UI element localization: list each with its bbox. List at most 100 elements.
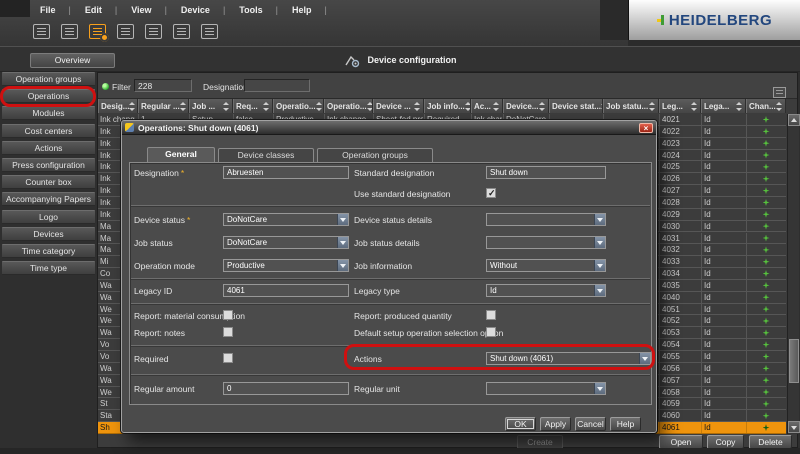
report-notes-checkbox[interactable] (223, 327, 233, 337)
column-header-req[interactable]: Req... (233, 99, 273, 113)
statistics-icon[interactable] (61, 24, 78, 39)
cell: Id (701, 363, 745, 374)
legacy-id-input[interactable] (223, 284, 349, 297)
device-status-details-select[interactable] (486, 213, 606, 226)
star-icon (763, 282, 770, 289)
regular-amount-input[interactable] (223, 382, 349, 395)
sidebar-item-time-type[interactable]: Time type (2, 261, 95, 275)
legacy-type-select[interactable]: Id (486, 284, 606, 297)
filter-input[interactable] (134, 79, 192, 92)
import-icon[interactable] (145, 24, 162, 39)
sidebar-item-counter-box[interactable]: Counter box (2, 175, 95, 189)
sidebar-item-time-category[interactable]: Time category (2, 244, 95, 258)
column-header-operatio[interactable]: Operatio... (273, 99, 324, 113)
column-header-ac[interactable]: Ac... (471, 99, 503, 113)
cell: Id (701, 422, 745, 433)
star-icon (763, 377, 770, 384)
column-header-regular[interactable]: Regular ... (138, 99, 189, 113)
cell (746, 150, 785, 161)
tab-general[interactable]: General (147, 147, 215, 162)
sidebar-item-logo[interactable]: Logo (2, 210, 95, 224)
designation-input[interactable] (223, 166, 349, 179)
help-button[interactable]: Help (610, 417, 641, 431)
protocol-icon[interactable] (173, 24, 190, 39)
application-window: FileEditViewDeviceToolsHelp HEIDELBERG D… (0, 0, 800, 454)
cell (746, 173, 785, 184)
scroll-down-icon[interactable] (788, 421, 800, 433)
job-status-select[interactable]: DoNotCare (223, 236, 349, 249)
actions-select[interactable]: Shut down (4061) (486, 352, 651, 365)
cell: 4052 (659, 315, 700, 326)
tab-device-classes[interactable]: Device classes (218, 148, 314, 162)
report-quantity-checkbox[interactable] (486, 310, 496, 320)
star-icon (763, 294, 770, 301)
ok-button[interactable]: OK (505, 417, 536, 431)
column-header-lega[interactable]: Lega... (701, 99, 746, 113)
regular-unit-select[interactable] (486, 382, 606, 395)
copy-button[interactable]: Copy (707, 435, 744, 449)
column-header-job[interactable]: Job ... (189, 99, 233, 113)
chevron-down-icon (594, 260, 605, 271)
column-header-job-info[interactable]: Job info... (424, 99, 471, 113)
menu-file[interactable]: File (33, 5, 78, 15)
operation-mode-select[interactable]: Productive (223, 259, 349, 272)
default-setup-checkbox[interactable] (486, 327, 496, 337)
sidebar-item-press-configuration[interactable]: Press configuration (2, 158, 95, 172)
column-header-device-stat[interactable]: Device stat... (549, 99, 603, 113)
star-icon (763, 258, 770, 265)
sidebar-item-cost-centers[interactable]: Cost centers (2, 124, 95, 138)
job-information-label: Job information (354, 261, 412, 271)
use-standard-designation-checkbox[interactable] (486, 188, 496, 198)
cell: 4061 (659, 422, 700, 433)
open-button[interactable]: Open (659, 435, 703, 449)
cell: Id (701, 351, 745, 362)
apply-button[interactable]: Apply (540, 417, 571, 431)
dialog-title-bar[interactable]: Operations: Shut down (4061) (122, 121, 656, 135)
required-checkbox[interactable] (223, 353, 233, 363)
cancel-button[interactable]: Cancel (575, 417, 606, 431)
close-icon[interactable]: × (639, 123, 653, 133)
column-header-chan[interactable]: Chan... (746, 99, 786, 113)
menu-tools[interactable]: Tools (232, 5, 285, 15)
sidebar-item-devices[interactable]: Devices (2, 227, 95, 241)
tab-operation-groups[interactable]: Operation groups (317, 148, 433, 162)
sidebar-item-actions[interactable]: Actions (2, 141, 95, 155)
scroll-up-icon[interactable] (788, 114, 800, 126)
menu-help[interactable]: Help (285, 5, 334, 15)
device-assistant-icon[interactable] (117, 24, 134, 39)
sidebar-item-accompanying-papers[interactable]: Accompanying Papers (2, 192, 95, 206)
separator (131, 303, 650, 305)
regular-amount-label: Regular amount (134, 384, 194, 394)
scrollbar-thumb[interactable] (789, 339, 799, 383)
job-status-details-select[interactable] (486, 236, 606, 249)
designation-filter-input[interactable] (244, 79, 310, 92)
sidebar-item-operations[interactable]: Operations (2, 89, 95, 103)
device-status-select[interactable]: DoNotCare (223, 213, 349, 226)
menu-device[interactable]: Device (174, 5, 232, 15)
sidebar-item-operation-groups[interactable]: Operation groups (2, 72, 95, 86)
menu-view[interactable]: View (124, 5, 174, 15)
column-header-desig[interactable]: Desig... (98, 99, 138, 113)
table-header-row: Desig...Regular ...Job ...Req... Operatio… (98, 99, 786, 113)
report-material-checkbox[interactable] (223, 310, 233, 320)
column-header-label: Req... (236, 102, 258, 111)
report-icon[interactable] (33, 24, 50, 39)
table-scrollbar[interactable] (787, 114, 799, 434)
column-header-device[interactable]: Device... (503, 99, 549, 113)
menu-edit[interactable]: Edit (78, 5, 124, 15)
column-header-leg[interactable]: Leg... (659, 99, 701, 113)
toolbar-spacer (600, 0, 628, 40)
delete-button[interactable]: Delete (749, 435, 792, 449)
column-header-operatio[interactable]: Operatio... (324, 99, 373, 113)
tab-overview[interactable]: Overview (30, 53, 115, 68)
sidebar-item-modules[interactable]: Modules (2, 106, 95, 120)
column-header-job-statu[interactable]: Job statu... (603, 99, 659, 113)
column-chooser-icon[interactable] (773, 87, 786, 98)
column-header-device[interactable]: Device ... (373, 99, 424, 113)
standard-designation-input[interactable] (486, 166, 606, 179)
column-header-label: Device stat... (552, 102, 601, 111)
job-list-icon[interactable] (201, 24, 218, 39)
job-information-select[interactable]: Without (486, 259, 606, 272)
device-configuration-icon[interactable] (89, 24, 106, 39)
cell (746, 268, 785, 279)
